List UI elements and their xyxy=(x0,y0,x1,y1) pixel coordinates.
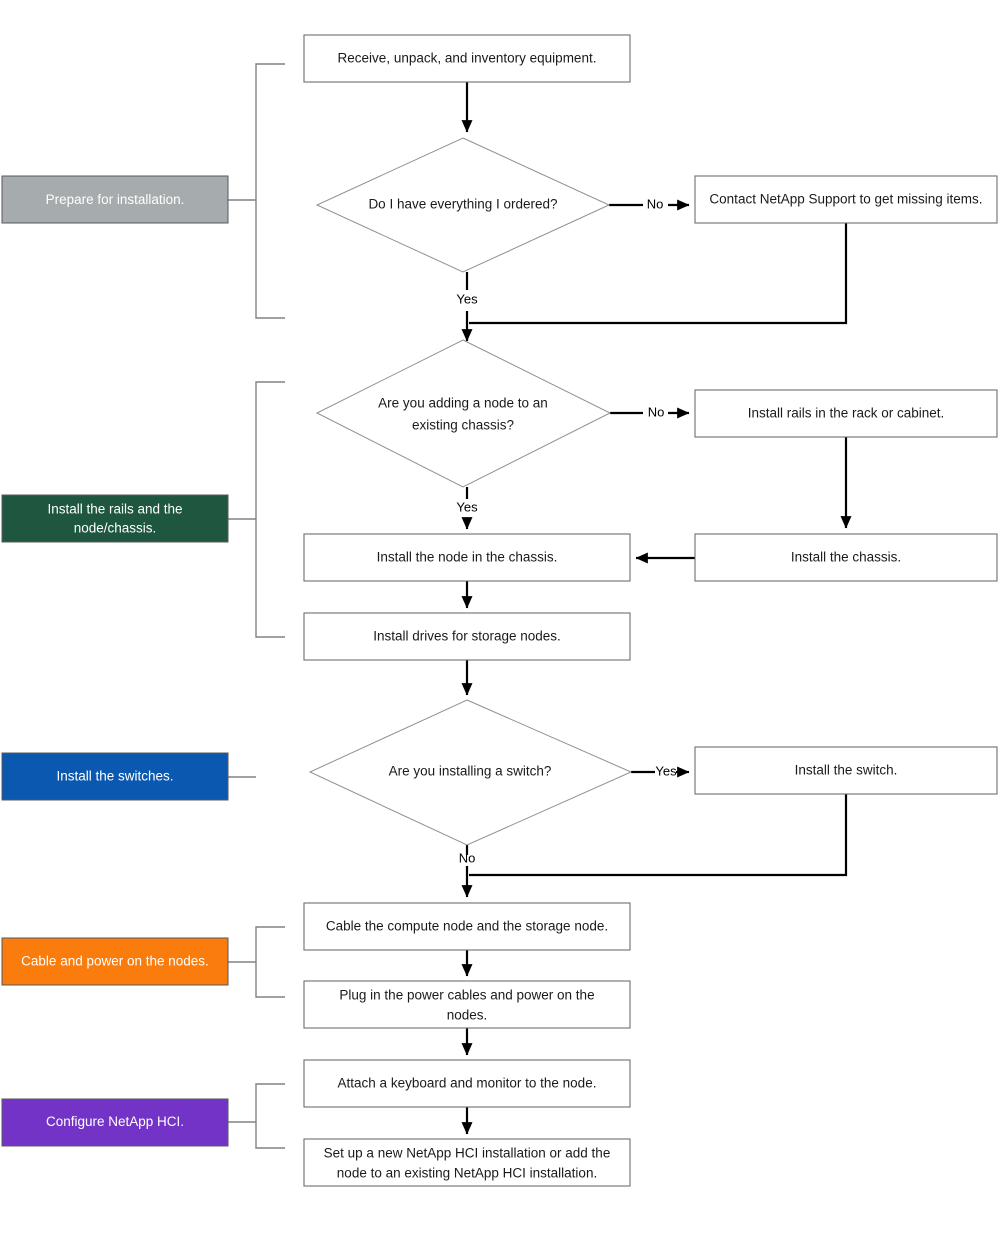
phase-label-configure[interactable]: Configure NetApp HCI. xyxy=(1,1098,229,1147)
phase-label-switches[interactable]: Install the switches. xyxy=(1,752,229,801)
node-contact-support[interactable]: Contact NetApp Support to get missing it… xyxy=(694,175,998,224)
node-install-switch-label: Install the switch. xyxy=(795,763,898,778)
node-installing-switch-label: Are you installing a switch? xyxy=(389,764,552,779)
phase-bracket-configure xyxy=(228,1083,285,1149)
phase-label-prepare[interactable]: Prepare for installation. xyxy=(1,175,229,224)
node-plug-power-label-line1: Plug in the power cables and power on th… xyxy=(339,988,594,1003)
node-attach-keyboard-label: Attach a keyboard and monitor to the nod… xyxy=(338,1076,597,1091)
node-cable-nodes-label: Cable the compute node and the storage n… xyxy=(326,919,608,934)
node-install-node-chassis[interactable]: Install the node in the chassis. xyxy=(303,533,631,582)
node-install-drives-label: Install drives for storage nodes. xyxy=(373,629,561,644)
node-plug-power-label-line2: nodes. xyxy=(447,1008,488,1023)
node-adding-node-label-line2: existing chassis? xyxy=(412,418,514,433)
node-cable-nodes[interactable]: Cable the compute node and the storage n… xyxy=(303,902,631,951)
node-install-switch[interactable]: Install the switch. xyxy=(694,746,998,795)
phase-rails-label-line2: node/chassis. xyxy=(74,521,157,536)
node-setup-hci-label-line2: node to an existing NetApp HCI installat… xyxy=(337,1166,597,1181)
phase-bracket-cable xyxy=(228,926,285,998)
node-adding-node[interactable]: Are you adding a node to an existing cha… xyxy=(315,339,612,488)
phase-bracket-rails xyxy=(228,381,285,638)
edge-label-adding-node-no: No xyxy=(648,404,665,419)
node-plug-power[interactable]: Plug in the power cables and power on th… xyxy=(303,980,631,1029)
node-install-rails[interactable]: Install rails in the rack or cabinet. xyxy=(694,389,998,438)
node-install-chassis[interactable]: Install the chassis. xyxy=(694,533,998,582)
node-setup-hci-label-line1: Set up a new NetApp HCI installation or … xyxy=(324,1146,611,1161)
phase-configure-label: Configure NetApp HCI. xyxy=(46,1114,184,1129)
phase-rails-label-line1: Install the rails and the xyxy=(47,502,182,517)
node-attach-keyboard[interactable]: Attach a keyboard and monitor to the nod… xyxy=(303,1059,631,1108)
node-installing-switch[interactable]: Are you installing a switch? xyxy=(308,699,633,846)
node-install-drives[interactable]: Install drives for storage nodes. xyxy=(303,612,631,661)
phase-bracket-prepare xyxy=(228,63,285,319)
edge-label-adding-node-yes: Yes xyxy=(456,499,478,514)
node-setup-hci[interactable]: Set up a new NetApp HCI installation or … xyxy=(303,1138,631,1187)
node-install-rails-label: Install rails in the rack or cabinet. xyxy=(748,406,945,421)
node-install-node-chassis-label: Install the node in the chassis. xyxy=(377,550,558,565)
node-have-everything-label: Do I have everything I ordered? xyxy=(368,197,557,212)
node-adding-node-label-line1: Are you adding a node to an xyxy=(378,396,548,411)
phase-prepare-label: Prepare for installation. xyxy=(46,192,185,207)
edge-label-installing-switch-yes: Yes xyxy=(655,763,677,778)
node-receive-label: Receive, unpack, and inventory equipment… xyxy=(338,51,597,66)
phase-label-rails[interactable]: Install the rails and the node/chassis. xyxy=(1,494,229,543)
node-receive[interactable]: Receive, unpack, and inventory equipment… xyxy=(303,34,631,83)
flowchart-canvas: Prepare for installation. Install the ra… xyxy=(1,34,998,1187)
edge-label-have-everything-yes: Yes xyxy=(456,291,478,306)
node-install-chassis-label: Install the chassis. xyxy=(791,550,901,565)
edge-label-have-everything-no: No xyxy=(647,196,664,211)
node-adding-node-shape xyxy=(315,339,612,488)
node-have-everything[interactable]: Do I have everything I ordered? xyxy=(315,137,611,273)
phase-cable-label: Cable and power on the nodes. xyxy=(21,954,209,969)
flowchart-diagram: Prepare for installation. Install the ra… xyxy=(0,0,1000,1238)
phase-label-cable[interactable]: Cable and power on the nodes. xyxy=(1,937,229,986)
node-contact-support-label: Contact NetApp Support to get missing it… xyxy=(709,192,982,207)
edge-label-installing-switch-no: No xyxy=(459,850,476,865)
phase-switches-label: Install the switches. xyxy=(56,769,173,784)
